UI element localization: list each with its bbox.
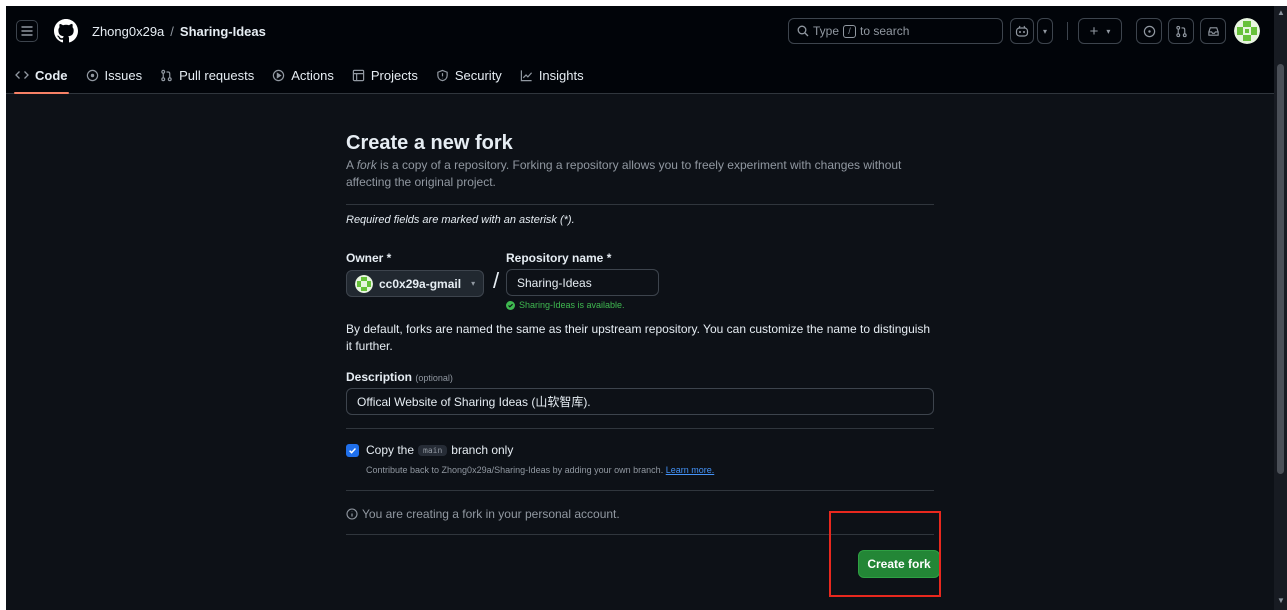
scrollbar-thumb[interactable] <box>1277 64 1284 474</box>
checkmark-icon <box>349 448 356 454</box>
tab-insights[interactable]: Insights <box>511 56 593 94</box>
copy-branch-help: Contribute back to Zhong0x29a/Sharing-Id… <box>366 465 714 475</box>
chevron-down-icon: ▾ <box>1106 26 1111 36</box>
chevron-down-icon: ▾ <box>471 279 476 288</box>
optional-marker: (optional) <box>415 373 453 383</box>
owner-select[interactable]: cc0x29a-gmail ▾ <box>346 270 484 297</box>
branch-name-code: main <box>418 444 448 456</box>
repo-name-label: Repository name * <box>506 251 612 265</box>
subtitle-start: A <box>346 158 357 172</box>
tab-label: Security <box>454 67 502 83</box>
create-new-button[interactable]: + ▾ <box>1078 18 1122 44</box>
copy-label-start: Copy the <box>366 443 415 457</box>
breadcrumb-separator: / <box>170 24 174 39</box>
info-icon <box>346 508 358 520</box>
copy-branch-help-text: Contribute back to Zhong0x29a/Sharing-Id… <box>366 465 664 475</box>
owner-value: cc0x29a-gmail <box>379 276 462 291</box>
description-label-text: Description <box>346 370 413 384</box>
tab-label: Insights <box>538 67 584 83</box>
owner-label: Owner * <box>346 251 392 265</box>
page-title: Create a new fork <box>346 132 513 154</box>
tab-label: Issues <box>104 67 143 83</box>
header-divider <box>1067 22 1068 40</box>
github-logo-icon[interactable] <box>54 19 78 43</box>
repo-owner-link[interactable]: Zhong0x29a <box>92 24 164 39</box>
hamburger-icon <box>21 26 33 36</box>
tab-label: Pull requests <box>179 67 255 83</box>
subtitle-emphasis: fork <box>356 158 377 172</box>
copy-main-branch-label[interactable]: Copy the main branch only <box>366 443 513 457</box>
code-icon <box>15 71 29 79</box>
table-icon <box>352 69 365 81</box>
shield-icon <box>437 69 448 81</box>
inbox-button[interactable] <box>1200 18 1226 44</box>
description-input[interactable] <box>346 388 934 415</box>
divider <box>346 428 934 429</box>
search-icon <box>797 25 809 37</box>
tab-actions[interactable]: Actions <box>263 56 343 94</box>
divider <box>346 204 934 205</box>
play-icon <box>273 69 285 81</box>
tab-projects[interactable]: Projects <box>343 56 427 94</box>
tab-security[interactable]: Security <box>427 56 511 94</box>
copy-label-end: branch only <box>451 443 514 457</box>
user-avatar[interactable] <box>1234 18 1260 44</box>
owner-repo-separator: / <box>493 268 500 293</box>
owner-avatar <box>355 274 373 293</box>
issues-button[interactable] <box>1136 18 1162 44</box>
tab-issues[interactable]: Issues <box>77 56 152 94</box>
pull-requests-button[interactable] <box>1168 18 1194 44</box>
tab-label: Actions <box>291 67 334 83</box>
repo-nav-tabs: Code Issues Pull requests Actions Projec… <box>6 56 593 94</box>
pull-request-icon <box>1175 25 1187 37</box>
plus-icon: + <box>1089 22 1099 40</box>
search-shortcut-key: / <box>843 24 857 38</box>
search-prefix: Type <box>813 24 840 38</box>
personal-account-text: You are creating a fork in your personal… <box>362 507 620 521</box>
search-suffix: to search <box>860 24 910 38</box>
tab-label: Projects <box>370 67 418 83</box>
copilot-button[interactable] <box>1010 18 1034 44</box>
learn-more-link[interactable]: Learn more. <box>666 465 715 475</box>
repo-name-link[interactable]: Sharing-Ideas <box>180 24 266 39</box>
availability-text: Sharing-Ideas is available. <box>519 300 625 310</box>
breadcrumb: Zhong0x29a / Sharing-Ideas <box>92 24 266 39</box>
availability-message: Sharing-Ideas is available. <box>506 300 625 310</box>
tab-pull-requests[interactable]: Pull requests <box>151 56 263 94</box>
copilot-dropdown-button[interactable]: ▾ <box>1037 18 1053 44</box>
search-input[interactable]: Type / to search <box>788 18 1003 44</box>
scroll-down-arrow-icon[interactable]: ▼ <box>1277 596 1285 605</box>
browser-viewport: Zhong0x29a / Sharing-Ideas Type / to sea… <box>6 6 1274 610</box>
copilot-icon <box>1015 25 1029 37</box>
inbox-icon <box>1207 26 1219 36</box>
tab-label: Code <box>35 67 68 83</box>
divider <box>346 490 934 491</box>
chevron-down-icon: ▾ <box>1042 26 1047 36</box>
page-scrollbar[interactable]: ▲ ▼ <box>1274 6 1287 610</box>
personal-account-note: You are creating a fork in your personal… <box>346 507 620 521</box>
naming-help-text: By default, forks are named the same as … <box>346 322 931 353</box>
repo-header: Zhong0x29a / Sharing-Ideas Type / to sea… <box>6 6 1274 94</box>
graph-icon <box>520 69 532 81</box>
description-label: Description (optional) <box>346 370 453 384</box>
subtitle-rest: is a copy of a repository. Forking a rep… <box>346 158 902 189</box>
issue-icon <box>1143 25 1155 37</box>
check-circle-icon <box>506 300 515 310</box>
annotation-highlight-box <box>829 511 941 597</box>
issue-icon <box>86 69 98 81</box>
repo-name-input[interactable] <box>506 269 659 296</box>
copy-main-branch-checkbox[interactable] <box>346 444 359 457</box>
pull-request-icon <box>161 69 172 81</box>
tab-code[interactable]: Code <box>6 56 77 94</box>
page-subtitle: A fork is a copy of a repository. Forkin… <box>346 157 906 191</box>
required-fields-note: Required fields are marked with an aster… <box>346 214 575 226</box>
menu-button[interactable] <box>16 20 38 42</box>
scroll-up-arrow-icon[interactable]: ▲ <box>1277 8 1285 17</box>
